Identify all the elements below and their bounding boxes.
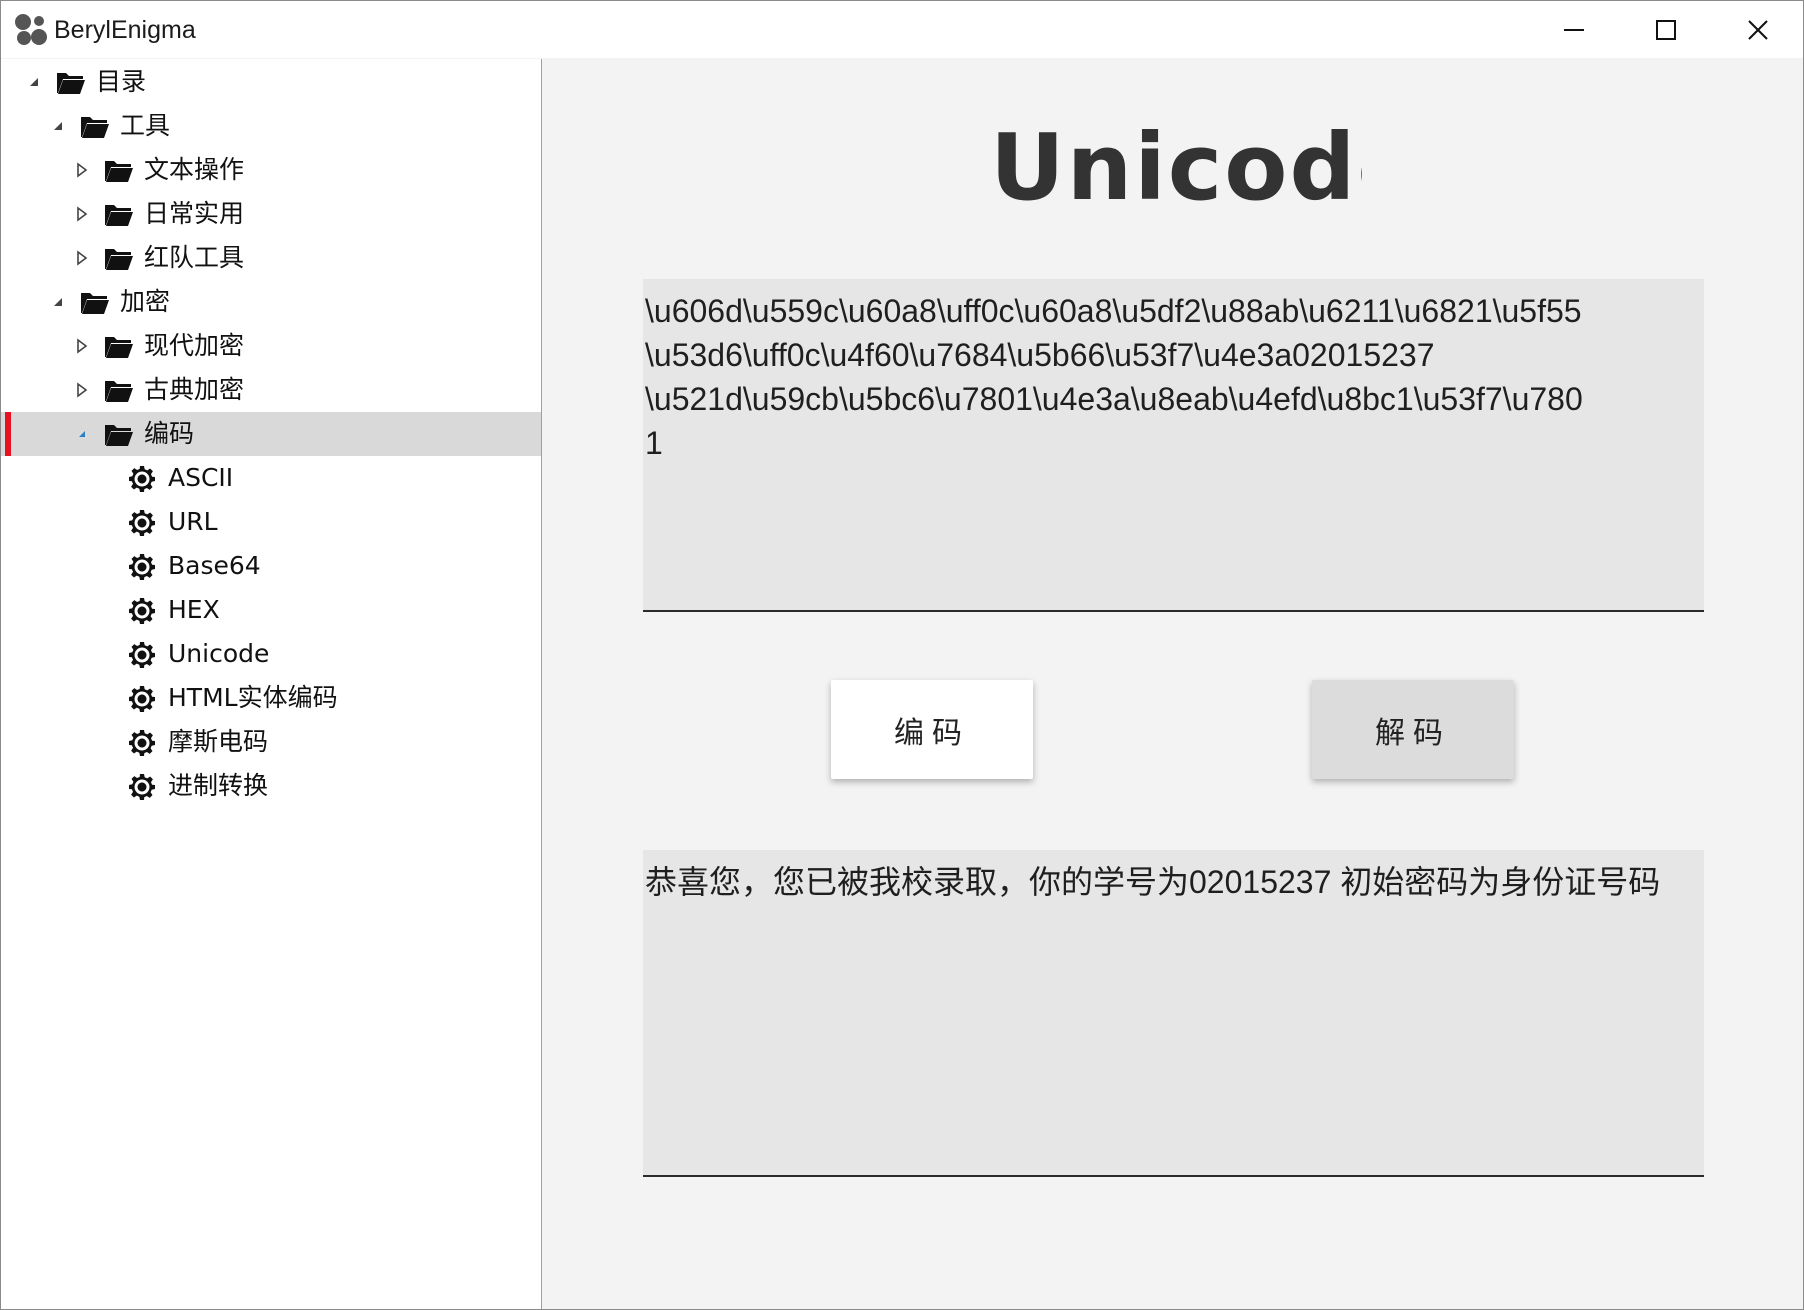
- tree-item[interactable]: 编码: [1, 412, 541, 456]
- tree-item-label: Unicode: [168, 639, 270, 668]
- tree-item[interactable]: 文本操作: [1, 148, 541, 192]
- close-button[interactable]: [1712, 1, 1804, 58]
- folder-open-icon: [56, 69, 86, 95]
- output-text: 恭喜您，您已被我校录取，你的学号为02015237 初始密码为身份证号码: [645, 864, 1661, 900]
- close-icon: [1748, 19, 1768, 40]
- folder-open-icon: [104, 245, 134, 271]
- gear-icon: [128, 641, 156, 669]
- expanded-arrow-icon[interactable]: [48, 104, 68, 148]
- input-text: \u606d\u559c\u60a8\uff0c\u60a8\u5df2\u88…: [645, 293, 1583, 461]
- tree-item[interactable]: 红队工具: [1, 236, 541, 280]
- tree-item[interactable]: 目录: [1, 60, 541, 104]
- collapsed-arrow-icon[interactable]: [72, 148, 92, 192]
- tree-item-label: 摩斯电码: [168, 727, 269, 756]
- window-title: BerylEnigma: [54, 16, 196, 44]
- folder-open-icon: [104, 333, 134, 359]
- expanded-arrow-icon[interactable]: [72, 412, 92, 456]
- input-textarea[interactable]: \u606d\u559c\u60a8\uff0c\u60a8\u5df2\u88…: [643, 279, 1704, 612]
- decode-button[interactable]: 解码: [1312, 680, 1514, 779]
- maximize-button[interactable]: [1620, 1, 1712, 58]
- app-logo-icon: [15, 14, 47, 45]
- tree-item[interactable]: HTML实体编码: [1, 676, 541, 720]
- main-panel: Unicode \u606d\u559c\u60a8\uff0c\u60a8\u…: [542, 59, 1803, 1309]
- gear-icon: [128, 509, 156, 537]
- tree-item-label: 加密: [120, 287, 171, 316]
- encode-button[interactable]: 编码: [831, 680, 1033, 779]
- tree-item[interactable]: URL: [1, 500, 541, 544]
- folder-open-icon: [104, 377, 134, 403]
- collapsed-arrow-icon[interactable]: [72, 236, 92, 280]
- folder-open-icon: [80, 113, 110, 139]
- tree-item-label: 古典加密: [144, 375, 245, 404]
- gear-icon: [128, 597, 156, 625]
- tree-item[interactable]: 工具: [1, 104, 541, 148]
- tree-item[interactable]: 古典加密: [1, 368, 541, 412]
- expanded-arrow-icon[interactable]: [48, 280, 68, 324]
- gear-icon: [128, 553, 156, 581]
- tree-item[interactable]: 现代加密: [1, 324, 541, 368]
- tree-item[interactable]: 摩斯电码: [1, 720, 541, 764]
- gear-icon: [128, 465, 156, 493]
- tree-item[interactable]: 日常实用: [1, 192, 541, 236]
- tree-item-label: 红队工具: [144, 243, 245, 272]
- tree-item[interactable]: Base64: [1, 544, 541, 588]
- folder-open-icon: [104, 201, 134, 227]
- minimize-button[interactable]: [1528, 1, 1620, 58]
- tree-item[interactable]: HEX: [1, 588, 541, 632]
- collapsed-arrow-icon[interactable]: [72, 192, 92, 236]
- tree-item-label: 工具: [120, 111, 171, 140]
- tree-item-label: ASCII: [168, 463, 234, 492]
- tree-item-label: HEX: [168, 595, 220, 624]
- tree-item-label: 现代加密: [144, 331, 245, 360]
- minimize-icon: [1564, 28, 1584, 31]
- folder-open-icon: [104, 421, 134, 447]
- tree-item-label: URL: [168, 507, 218, 536]
- unicode-logo: Unicode: [990, 114, 1362, 219]
- tree-item-label: 进制转换: [168, 771, 269, 800]
- folder-open-icon: [104, 157, 134, 183]
- expanded-arrow-icon[interactable]: [24, 60, 44, 104]
- gear-icon: [128, 773, 156, 801]
- tree-item[interactable]: Unicode: [1, 632, 541, 676]
- selection-indicator: [5, 412, 11, 456]
- output-textarea[interactable]: 恭喜您，您已被我校录取，你的学号为02015237 初始密码为身份证号码: [643, 850, 1704, 1177]
- tree-item[interactable]: 加密: [1, 280, 541, 324]
- title-bar[interactable]: BerylEnigma: [1, 1, 1803, 58]
- collapsed-arrow-icon[interactable]: [72, 368, 92, 412]
- maximize-icon: [1656, 19, 1676, 40]
- collapsed-arrow-icon[interactable]: [72, 324, 92, 368]
- app-window: BerylEnigma 目录工具文本操作日常实用红队工具加密现代加密古典加密编码…: [0, 0, 1804, 1310]
- gear-icon: [128, 685, 156, 713]
- tree-item-label: 目录: [96, 67, 147, 96]
- tree-item-label: 文本操作: [144, 155, 245, 184]
- logo-text: Unicode: [990, 114, 1362, 219]
- tree-item-label: 日常实用: [144, 199, 245, 228]
- tree-item-label: Base64: [168, 551, 261, 580]
- tree-item[interactable]: ASCII: [1, 456, 541, 500]
- gear-icon: [128, 729, 156, 757]
- tree-item-label: HTML实体编码: [168, 683, 338, 712]
- folder-open-icon: [80, 289, 110, 315]
- tree-item[interactable]: 进制转换: [1, 764, 541, 808]
- tree-item-label: 编码: [144, 419, 195, 448]
- navigation-tree[interactable]: 目录工具文本操作日常实用红队工具加密现代加密古典加密编码 ASCII URL Base…: [1, 59, 542, 1309]
